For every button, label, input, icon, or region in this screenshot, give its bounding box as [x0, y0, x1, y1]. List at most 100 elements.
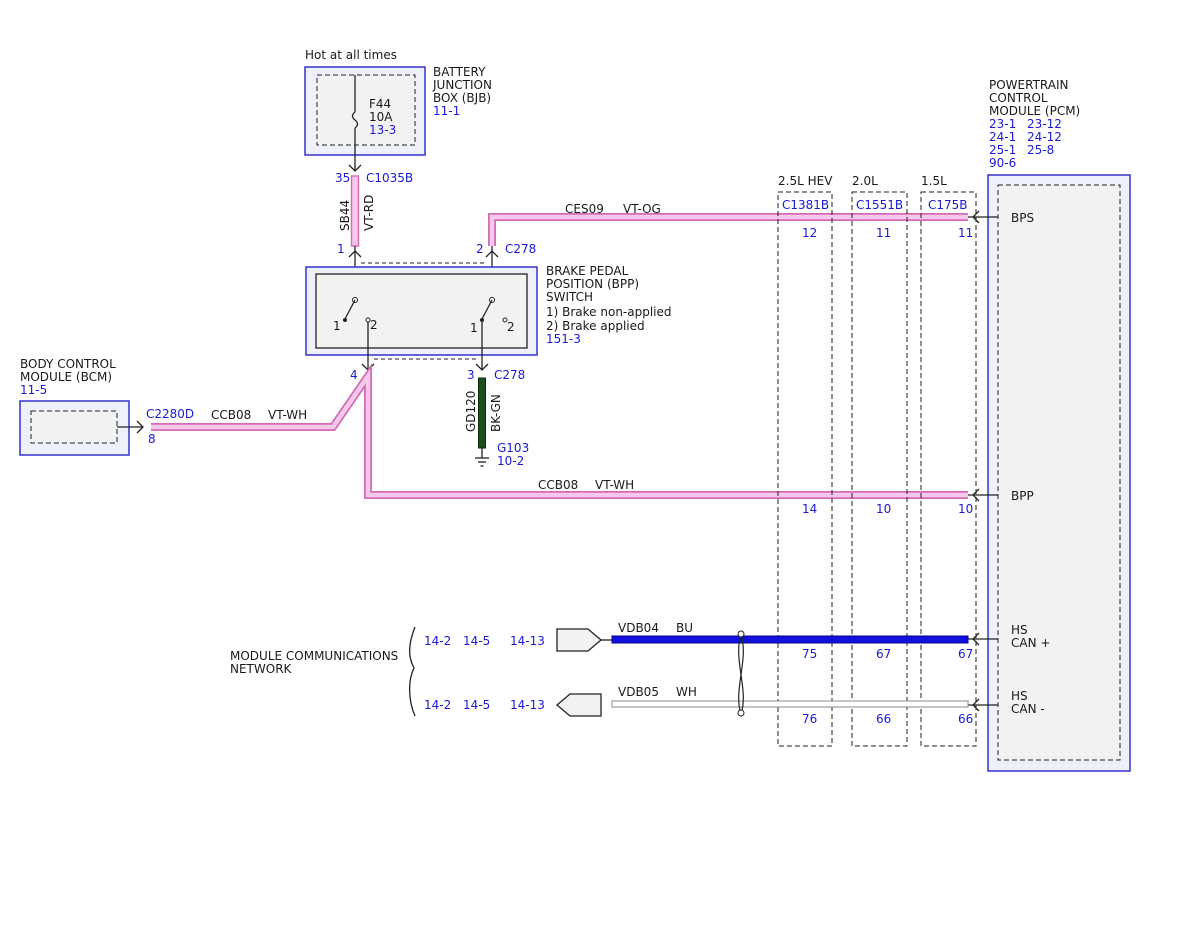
switch-a-pos2: 2	[370, 318, 378, 332]
pcm-name-line2: CONTROL	[989, 91, 1048, 105]
bcm-name-line2: MODULE (BCM)	[20, 370, 112, 384]
bpp-name-line3: SWITCH	[546, 290, 593, 304]
canm-pin-20l: 66	[876, 712, 891, 726]
pcm-sig-bpp: BPP	[1011, 489, 1034, 503]
fuse-rating: 10A	[369, 110, 393, 124]
wire-vdb05	[611, 700, 969, 708]
bpp-pin4: 4	[350, 368, 358, 382]
variant-label-15l: 1.5L	[921, 174, 947, 188]
twisted-pair-bottom-icon	[737, 709, 745, 717]
offpage-connector-bottom-icon	[555, 693, 602, 717]
wire-vdb04-color: BU	[676, 621, 693, 635]
network-ref-top-1: 14-2	[424, 634, 451, 648]
switch-b-pos2: 2	[507, 320, 515, 334]
wire-gd120-circuit: GD120	[464, 391, 478, 432]
bpp-ref: 151-3	[546, 332, 581, 346]
switch-b-pos1: 1	[470, 321, 478, 335]
bps-pin-20l: 11	[876, 226, 891, 240]
wire-ccb08-left-color: VT-WH	[268, 408, 307, 422]
bpp-name-line2: POSITION (BPP)	[546, 277, 639, 291]
switch-b-contact1-icon	[480, 318, 484, 322]
variant-connector-20l: C1551B	[856, 198, 903, 212]
bps-pin-15l: 11	[958, 226, 973, 240]
canp-pin-20l: 67	[876, 647, 891, 661]
bjb-connector: C1035B	[366, 171, 413, 185]
wire-ces09-circuit: CES09	[565, 202, 604, 216]
pcm-inner	[997, 184, 1121, 761]
bcm-name-line1: BODY CONTROL	[20, 357, 116, 371]
bcm-pin: 8	[148, 432, 156, 446]
network-brace-icon	[408, 626, 416, 717]
variant-label-hev: 2.5L HEV	[778, 174, 833, 188]
variant-connector-15l: C175B	[928, 198, 968, 212]
canm-pin-hev: 76	[802, 712, 817, 726]
pcm-name-line1: POWERTRAIN	[989, 78, 1069, 92]
ground-ref: 10-2	[497, 454, 524, 468]
twisted-pair-top-icon	[737, 630, 745, 638]
wire-gd120-color: BK-GN	[489, 394, 503, 432]
wire-ccb08-right-circuit: CCB08	[538, 478, 578, 492]
bjb-name-line3: BOX (BJB)	[433, 91, 491, 105]
variant-label-20l: 2.0L	[852, 174, 878, 188]
pcm-ref-1b: 23-12	[1027, 117, 1062, 131]
network-label-line2: NETWORK	[230, 662, 293, 676]
canp-pin-hev: 75	[802, 647, 817, 661]
bjb-ref: 11-1	[433, 104, 460, 118]
bcm-inner	[30, 410, 118, 444]
wire-ces09-outer	[488, 213, 968, 246]
pcm-ref-1a: 23-1	[989, 117, 1016, 131]
variant-column-hev	[777, 191, 833, 747]
fuse-ref: 13-3	[369, 123, 396, 137]
switch-a-pos1: 1	[333, 319, 341, 333]
pcm-sig-canm: CAN -	[1011, 702, 1045, 716]
wire-vdb05-circuit: VDB05	[618, 685, 659, 699]
ground-name: G103	[497, 441, 529, 455]
pcm-ref-4a: 90-6	[989, 156, 1016, 170]
network-ref-top-3: 14-13	[510, 634, 545, 648]
fuse-name: F44	[369, 97, 391, 111]
pcm-sig-hs2: HS	[1011, 689, 1028, 703]
pcm-sig-canp: CAN +	[1011, 636, 1050, 650]
wire-sb44	[350, 175, 360, 247]
network-ref-top-2: 14-5	[463, 634, 490, 648]
network-ref-bottom-1: 14-2	[424, 698, 451, 712]
wire-gd120	[478, 377, 486, 449]
bpp-pin3: 3	[467, 368, 475, 382]
network-label-line1: MODULE COMMUNICATIONS	[230, 649, 398, 663]
bpp-switch-inner	[315, 273, 528, 349]
wire-ces09	[489, 214, 968, 246]
bpp-connector-bottom: C278	[494, 368, 525, 382]
wire-ccb08-right-color: VT-WH	[595, 478, 634, 492]
wire-vdb04	[611, 635, 969, 644]
network-ref-bottom-3: 14-13	[510, 698, 545, 712]
wire-ces09-color: VT-OG	[623, 202, 661, 216]
wire-ccb08-left-circuit: CCB08	[211, 408, 251, 422]
variant-column-20l	[851, 191, 908, 747]
bjb-pin: 35	[335, 171, 350, 185]
pcm-ref-3a: 25-1	[989, 143, 1016, 157]
bjb-name-line2: JUNCTION	[432, 78, 492, 92]
pcm-sig-hs1: HS	[1011, 623, 1028, 637]
wiring-diagram: Hot at all times BATTERY JUNCTION BOX (B…	[19, 48, 1131, 772]
pcm-name-line3: MODULE (PCM)	[989, 104, 1080, 118]
bpp-note2: 2) Brake applied	[546, 319, 645, 333]
variant-connector-hev: C1381B	[782, 198, 829, 212]
bcm-connector: C2280D	[146, 407, 194, 421]
bpp-name-line1: BRAKE PEDAL	[546, 264, 629, 278]
pcm-sig-bps: BPS	[1011, 211, 1034, 225]
bpp-pin2: 2	[476, 242, 484, 256]
bcm-ref: 11-5	[20, 383, 47, 397]
wire-sb44-color: VT-RD	[362, 195, 376, 231]
pcm-ref-2b: 24-12	[1027, 130, 1062, 144]
bps-pin-hev: 12	[802, 226, 817, 240]
switch-a-contact1-icon	[343, 318, 347, 322]
pcm-ref-3b: 25-8	[1027, 143, 1054, 157]
wire-vdb05-color: WH	[676, 685, 697, 699]
wire-vdb04-circuit: VDB04	[618, 621, 659, 635]
bjb-inner	[316, 74, 416, 146]
bpp-pin-hev: 14	[802, 502, 817, 516]
canp-pin-15l: 67	[958, 647, 973, 661]
variant-column-15l	[920, 191, 977, 747]
bpp-pin-15l: 10	[958, 502, 973, 516]
bpp-pin-20l: 10	[876, 502, 891, 516]
